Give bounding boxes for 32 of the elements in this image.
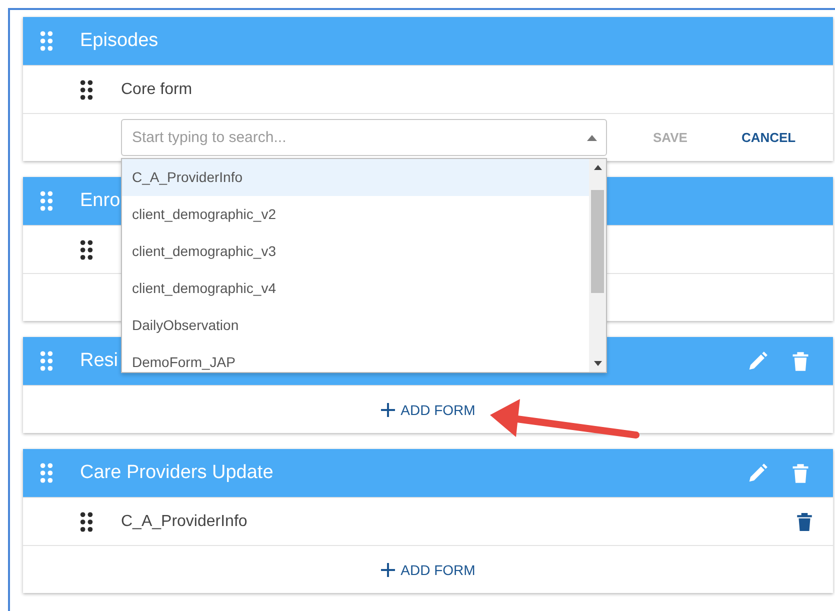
section-title: Care Providers Update xyxy=(80,462,274,484)
scroll-down-icon[interactable] xyxy=(594,361,602,366)
edit-icon[interactable] xyxy=(747,350,768,372)
drag-handle-icon[interactable] xyxy=(40,191,53,211)
dropdown-option[interactable]: DemoForm_JAP xyxy=(122,344,589,381)
scroll-up-icon[interactable] xyxy=(594,165,602,170)
form-name: C_A_ProviderInfo xyxy=(121,512,248,530)
section-title: Episodes xyxy=(80,30,158,52)
drag-handle-icon[interactable] xyxy=(40,31,53,51)
search-field[interactable]: Start typing to search... xyxy=(121,119,607,156)
trash-icon[interactable] xyxy=(796,512,813,532)
section-title: Resi xyxy=(80,350,118,372)
add-form-button[interactable]: ADD FORM xyxy=(376,398,480,422)
plus-icon xyxy=(380,562,395,576)
cancel-button[interactable]: CANCEL xyxy=(733,124,804,151)
edit-icon[interactable] xyxy=(747,462,768,484)
drag-handle-icon[interactable] xyxy=(80,80,93,100)
drag-handle-icon[interactable] xyxy=(80,512,93,532)
dropdown-option[interactable]: client_demographic_v2 xyxy=(122,196,589,233)
drag-handle-icon[interactable] xyxy=(40,351,53,371)
form-name: Core form xyxy=(121,80,194,98)
dropdown-option[interactable]: client_demographic_v4 xyxy=(122,270,589,307)
dropdown-option[interactable]: client_demographic_v3 xyxy=(122,233,589,270)
add-form-button[interactable]: ADD FORM xyxy=(376,558,480,582)
plus-icon xyxy=(380,402,395,416)
drag-handle-icon[interactable] xyxy=(80,240,93,260)
dropdown-option[interactable]: C_A_ProviderInfo xyxy=(122,159,589,196)
drag-handle-icon[interactable] xyxy=(40,463,53,483)
section-title: Enro xyxy=(80,190,120,212)
caret-icon[interactable] xyxy=(587,135,597,141)
scrollbar[interactable] xyxy=(589,159,606,372)
dropdown-option[interactable]: DailyObservation xyxy=(122,307,589,344)
